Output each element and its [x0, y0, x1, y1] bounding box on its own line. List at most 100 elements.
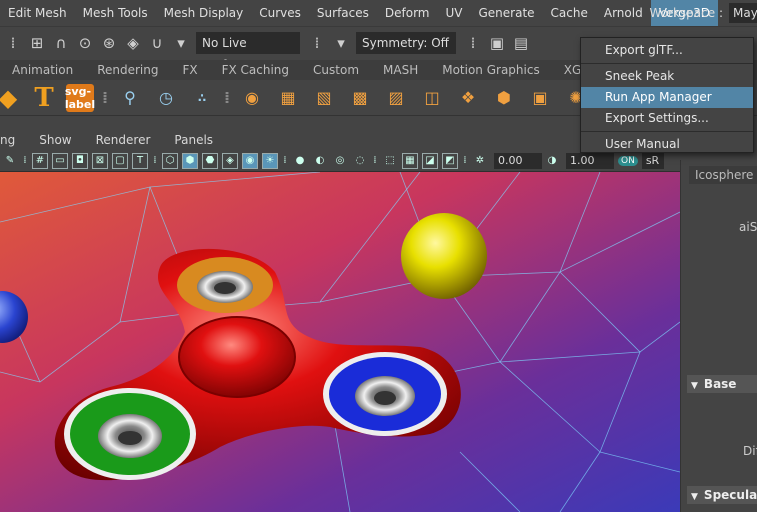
panel-menu-shading[interactable]: ng [0, 133, 27, 147]
stack-icon[interactable]: ◫ [418, 84, 446, 112]
star-icon[interactable]: ◆ [0, 84, 22, 112]
menu-cache[interactable]: Cache [543, 0, 596, 26]
distribute-icon[interactable]: ▦ [274, 84, 302, 112]
menu-item-export-settings[interactable]: Export Settings... [581, 108, 753, 129]
workspace-value[interactable]: Maya [729, 3, 757, 23]
textured-icon[interactable]: ◈ [222, 152, 238, 169]
snap-surface-icon[interactable]: ◈ [122, 32, 144, 54]
film-gate-icon[interactable]: ▭ [52, 152, 68, 169]
menu-item-user-manual[interactable]: User Manual [581, 134, 753, 155]
menu-item-export-gltf[interactable]: Export glTF... [581, 40, 753, 61]
locator-icon[interactable]: ⚲ [116, 84, 144, 112]
menu-separator [581, 131, 753, 132]
menu-item-run-app-manager[interactable]: Run App Manager [581, 87, 753, 108]
shelf-tab-mash[interactable]: MASH [371, 60, 430, 80]
shelf-tab-rendering[interactable]: Rendering [85, 60, 170, 80]
field-chart-icon[interactable]: ⊠ [92, 152, 108, 169]
workspace-label: Workspace : [649, 6, 723, 20]
panel-menu-panels[interactable]: Panels [162, 133, 225, 147]
attr-section-specular[interactable]: ▼ Specula [687, 486, 757, 504]
snap-point-icon[interactable]: ⊙ [74, 32, 96, 54]
cubes-icon[interactable]: ▧ [310, 84, 338, 112]
color-management-icon[interactable]: ON [618, 155, 638, 166]
yellow-sphere [401, 213, 487, 299]
motion-blur-icon[interactable]: ◎ [332, 153, 348, 169]
workspace-selector[interactable]: Workspace : Maya [650, 2, 757, 24]
shelf-tab-fx-caching[interactable]: FX Caching [210, 60, 301, 80]
left-bearing-hole [118, 431, 142, 445]
blocks-icon[interactable]: ▨ [382, 84, 410, 112]
panel-menubar: ng Show Renderer Panels [0, 130, 680, 150]
cube-icon[interactable]: ⬢ [490, 84, 518, 112]
exposure-icon[interactable]: ✲ [472, 153, 488, 169]
render-sequence-icon[interactable]: ▤ [510, 32, 532, 54]
anti-alias-icon[interactable]: ◌ [352, 153, 368, 169]
separator-icon: ⁞ [10, 33, 16, 52]
scatter-icon[interactable]: ❖ [454, 84, 482, 112]
timer-icon[interactable]: ◷ [152, 84, 180, 112]
panel-menu-renderer[interactable]: Renderer [84, 133, 163, 147]
menu-mesh-tools[interactable]: Mesh Tools [75, 0, 156, 26]
verge3d-dropdown-menu: Export glTF... Sneek Peak Run App Manage… [580, 37, 754, 153]
main-menubar: Edit Mesh Mesh Tools Mesh Display Curves… [0, 0, 757, 26]
top-bearing-hole [214, 282, 236, 294]
right-bearing-hole [374, 391, 396, 405]
svg-icon[interactable]: svg-label [64, 83, 96, 112]
shelf-tab-custom[interactable]: Custom [301, 60, 371, 80]
menu-arnold[interactable]: Arnold [596, 0, 651, 26]
scene-render [0, 172, 680, 512]
snap-grid-icon[interactable]: ⊞ [26, 32, 48, 54]
pencil-icon[interactable]: ✎ [2, 153, 18, 169]
live-surface-field[interactable]: No Live Surface [196, 31, 300, 72]
ambient-occlusion-icon[interactable]: ◐ [312, 153, 328, 169]
menu-uv[interactable]: UV [438, 0, 471, 26]
particles-icon[interactable]: ∴ [188, 84, 216, 112]
lighting-icon[interactable]: ◉ [242, 152, 258, 169]
gamma-icon[interactable]: ◑ [544, 153, 560, 169]
chevron-down-icon[interactable]: ▾ [170, 32, 192, 54]
safe-title-icon[interactable]: T [132, 152, 148, 169]
snap-view-icon[interactable]: ⊛ [98, 32, 120, 54]
light-bulb-icon[interactable]: ☀ [262, 152, 278, 169]
fragments-icon[interactable]: ▣ [526, 84, 554, 112]
panel-menu-show[interactable]: Show [27, 133, 83, 147]
menu-edit-mesh[interactable]: Edit Mesh [0, 0, 75, 26]
viewport[interactable] [0, 172, 680, 512]
grid-toggle-icon[interactable]: # [32, 152, 48, 169]
menu-mesh-display[interactable]: Mesh Display [156, 0, 252, 26]
attribute-editor: Icosphere aiSt ▼ Base Dif ▼ Specula [680, 160, 757, 512]
attribute-editor-tab[interactable]: Icosphere [689, 166, 757, 184]
menu-surfaces[interactable]: Surfaces [309, 0, 377, 26]
resolution-gate-icon[interactable]: ◘ [72, 152, 88, 169]
chevron-down-icon[interactable]: ▾ [330, 32, 352, 54]
xray-icon[interactable]: ▦ [402, 152, 418, 169]
xray-components-icon[interactable]: ◩ [442, 152, 458, 169]
magnet-icon[interactable]: ∪ [146, 32, 168, 54]
shelf-tab-fx[interactable]: FX [170, 60, 209, 80]
exposure-field[interactable]: 0.00 [494, 152, 542, 169]
collapse-triangle-icon: ▼ [691, 381, 698, 391]
menu-deform[interactable]: Deform [377, 0, 438, 26]
mash-network-icon[interactable]: ◉ [238, 84, 266, 112]
wireframe-icon[interactable]: ⬡ [162, 152, 178, 169]
xray-joints-icon[interactable]: ◪ [422, 152, 438, 169]
menu-generate[interactable]: Generate [471, 0, 543, 26]
smooth-shade-icon[interactable]: ⬢ [182, 152, 198, 169]
isolate-select-icon[interactable]: ⬚ [382, 153, 398, 169]
svg-icon-label: svg-label [64, 84, 96, 111]
symmetry-field[interactable]: Symmetry: Off [356, 31, 456, 54]
snap-curve-icon[interactable]: ∩ [50, 32, 72, 54]
text-icon[interactable]: T [30, 83, 58, 113]
grid-icon[interactable]: ▩ [346, 84, 374, 112]
wireframe-on-shaded-icon[interactable]: ⬣ [202, 152, 218, 169]
attr-section-specular-label: Specula [703, 488, 757, 502]
render-view-icon[interactable]: ▣ [486, 32, 508, 54]
shelf-tab-animation[interactable]: Animation [0, 60, 85, 80]
panel-toolbar: ✎ ⁞ # ▭ ◘ ⊠ ▢ T ⁞ ⬡ ⬢ ⬣ ◈ ◉ ☀ ⁞ ● ◐ ◎ ◌ … [0, 150, 680, 172]
safe-action-icon[interactable]: ▢ [112, 152, 128, 169]
menu-curves[interactable]: Curves [251, 0, 309, 26]
shadows-icon[interactable]: ● [292, 153, 308, 169]
menu-item-sneek-peak[interactable]: Sneek Peak [581, 66, 753, 87]
shelf-tab-motion-graphics[interactable]: Motion Graphics [430, 60, 552, 80]
attr-section-base[interactable]: ▼ Base [687, 375, 757, 393]
